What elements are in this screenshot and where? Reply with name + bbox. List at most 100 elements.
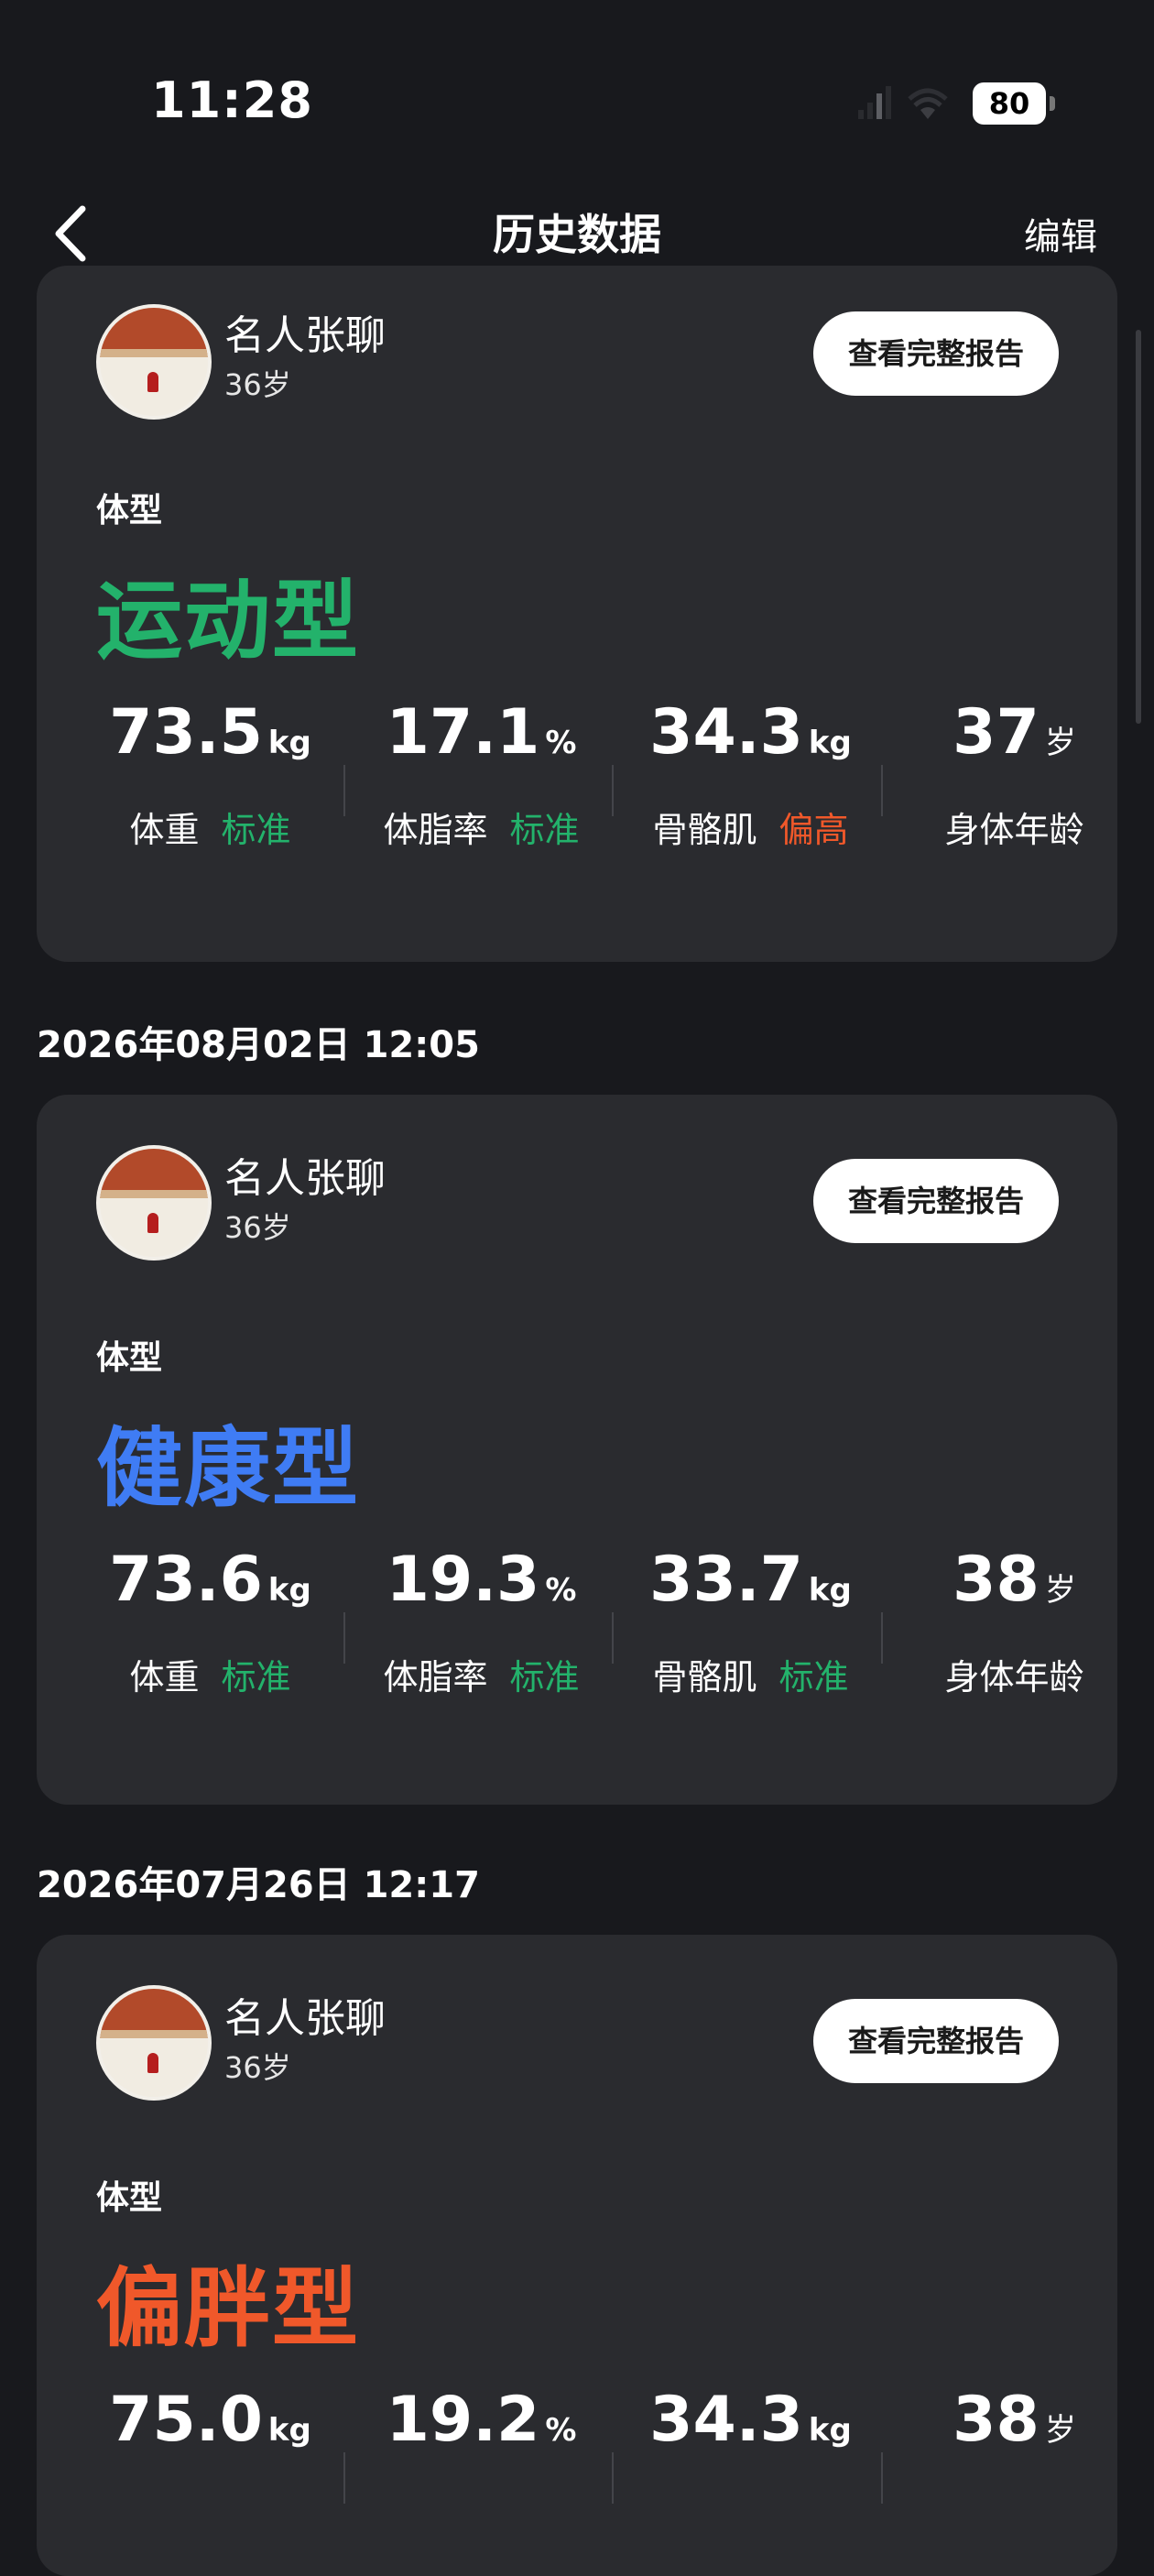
metric-label: 体重	[129, 1657, 200, 1697]
metric-number: 73.6	[109, 1544, 263, 1616]
user-age: 36岁	[224, 367, 291, 402]
metric-number: 73.5	[109, 696, 263, 769]
metric-number: 34.3	[649, 696, 803, 769]
body-type-value: 偏胖型	[96, 2259, 361, 2359]
metric-label-row: 骨骼肌 偏高	[615, 802, 886, 852]
metrics-row: 73.6 kg 体重 标准 19.3% 体脂率 标准 33.7 kg 骨骼肌 标准 38 岁身体年龄	[37, 1544, 1117, 1708]
metric-label-row: 身体年龄	[879, 802, 1117, 852]
date-header: 2026年07月26日 12:17	[37, 1864, 480, 1906]
metric-value: 38 岁	[879, 2384, 1117, 2456]
edit-button[interactable]: 编辑	[1024, 207, 1097, 260]
date-header: 2026年08月02日 12:05	[37, 1024, 480, 1066]
record-card[interactable]: 名人张聊 36岁 查看完整报告 体型 运动型 73.5 kg 体重 标准 17.1% 体脂…	[37, 266, 1117, 962]
metric-unit: 岁	[1044, 725, 1076, 761]
view-full-report-button[interactable]: 查看完整报告	[813, 311, 1059, 396]
body-type-label: 体型	[96, 2179, 163, 2217]
battery-icon: 80	[973, 82, 1057, 125]
metric-label: 骨骼肌	[652, 1657, 757, 1697]
wifi-icon	[908, 88, 948, 119]
avatar	[96, 304, 212, 420]
metric-value: 34.3 kg	[615, 2384, 886, 2456]
metric-label-row: 体脂率 标准	[346, 1649, 616, 1699]
metric-value: 34.3 kg	[615, 696, 886, 769]
view-full-report-button[interactable]: 查看完整报告	[813, 1999, 1059, 2083]
metric-label-row: 体脂率 标准	[346, 802, 616, 852]
metric-value: 19.2%	[346, 2384, 616, 2456]
view-full-report-button[interactable]: 查看完整报告	[813, 1159, 1059, 1243]
metric-unit: kg	[267, 1572, 311, 1609]
metric-number: 17.1	[386, 696, 540, 769]
status-time: 11:28	[151, 71, 313, 129]
metric-item: 75.0 kg	[75, 2384, 345, 2549]
metric-label: 体脂率	[383, 810, 488, 850]
metric-divider	[881, 765, 883, 816]
metric-value: 33.7 kg	[615, 1544, 886, 1616]
user-name: 名人张聊	[224, 1995, 386, 2042]
body-type-value: 健康型	[96, 1419, 361, 1519]
metric-unit: %	[545, 2412, 577, 2449]
metric-label: 骨骼肌	[652, 810, 757, 850]
body-type-label: 体型	[96, 492, 163, 529]
metric-value: 73.5 kg	[75, 696, 345, 769]
status-bar: 11:28 80	[0, 0, 1154, 183]
page-title: 历史数据	[493, 210, 661, 259]
metric-status: 标准	[221, 1657, 291, 1697]
avatar	[96, 1145, 212, 1261]
metric-item: 38 岁	[879, 2384, 1117, 2549]
metrics-row: 75.0 kg 19.2% 34.3 kg 38 岁	[37, 2384, 1117, 2549]
metric-item: 17.1% 体脂率 标准	[346, 696, 616, 861]
metric-value: 73.6 kg	[75, 1544, 345, 1616]
metric-item: 19.3% 体脂率 标准	[346, 1544, 616, 1708]
metric-divider	[612, 2452, 614, 2504]
metrics-row: 73.5 kg 体重 标准 17.1% 体脂率 标准 34.3 kg 骨骼肌 偏高 37 岁身体年龄	[37, 696, 1117, 861]
metric-unit: %	[545, 725, 577, 761]
metric-number: 38	[953, 1544, 1040, 1616]
user-name: 名人张聊	[224, 1155, 386, 1202]
metric-divider	[343, 2452, 345, 2504]
battery-level-text: 80	[988, 86, 1030, 121]
metric-label-row: 身体年龄	[879, 1649, 1117, 1699]
metric-item: 34.3 kg 骨骼肌 偏高	[615, 696, 886, 861]
metric-label: 体脂率	[383, 1657, 488, 1697]
metric-divider	[881, 2452, 883, 2504]
metric-label: 体重	[129, 810, 200, 850]
metric-label-row: 骨骼肌 标准	[615, 1649, 886, 1699]
metric-divider	[881, 1612, 883, 1664]
metric-status: 标准	[509, 810, 580, 850]
metric-divider	[612, 765, 614, 816]
metric-unit: 岁	[1044, 1572, 1076, 1609]
metric-number: 19.2	[386, 2384, 540, 2456]
metric-item: 73.6 kg 体重 标准	[75, 1544, 345, 1708]
metric-divider	[343, 1612, 345, 1664]
metric-number: 34.3	[649, 2384, 803, 2456]
metric-label-row: 体重 标准	[75, 1649, 345, 1699]
metric-unit: kg	[808, 2412, 852, 2449]
metric-divider	[343, 765, 345, 816]
metric-unit: kg	[267, 725, 311, 761]
metric-number: 75.0	[109, 2384, 263, 2456]
metric-label: 身体年龄	[944, 810, 1084, 850]
metric-item: 73.5 kg 体重 标准	[75, 696, 345, 861]
metric-status: 标准	[221, 810, 291, 850]
metric-unit: kg	[267, 2412, 311, 2449]
metric-label-row: 体重 标准	[75, 802, 345, 852]
metric-number: 37	[953, 696, 1040, 769]
metric-status: 标准	[778, 1657, 849, 1697]
user-name: 名人张聊	[224, 312, 386, 359]
metric-value: 17.1%	[346, 696, 616, 769]
user-age: 36岁	[224, 1210, 291, 1245]
metric-label: 身体年龄	[944, 1657, 1084, 1697]
metric-number: 38	[953, 2384, 1040, 2456]
scroll-indicator[interactable]	[1136, 330, 1141, 724]
body-type-label: 体型	[96, 1339, 163, 1377]
record-card[interactable]: 名人张聊 36岁 查看完整报告 体型 健康型 73.6 kg 体重 标准 19.3% 体脂…	[37, 1095, 1117, 1805]
metric-item: 37 岁身体年龄	[879, 696, 1117, 861]
metric-number: 19.3	[386, 1544, 540, 1616]
metric-number: 33.7	[649, 1544, 803, 1616]
record-card[interactable]: 名人张聊 36岁 查看完整报告 体型 偏胖型 75.0 kg 19.2% 34.3 kg…	[37, 1935, 1117, 2576]
metric-item: 38 岁身体年龄	[879, 1544, 1117, 1708]
user-age: 36岁	[224, 2050, 291, 2085]
metric-unit: kg	[808, 1572, 852, 1609]
metric-divider	[612, 1612, 614, 1664]
metric-item: 33.7 kg 骨骼肌 标准	[615, 1544, 886, 1708]
